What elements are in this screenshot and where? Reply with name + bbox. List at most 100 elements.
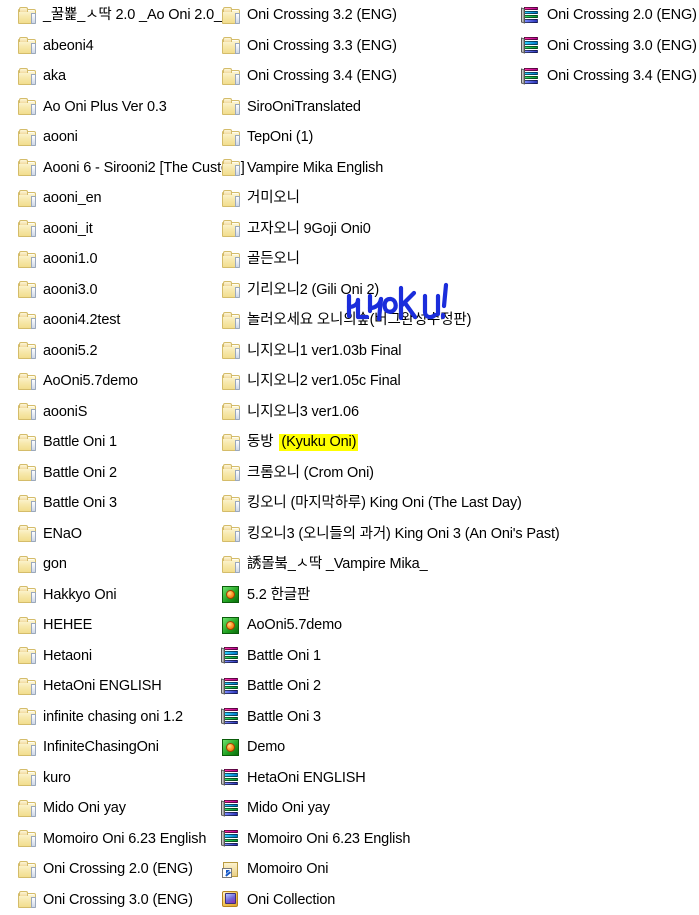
folder-icon: [16, 493, 37, 514]
file-list-item[interactable]: Momoiro Oni: [220, 854, 520, 885]
archive-book-b2: [224, 773, 238, 776]
file-list-item[interactable]: Oni Crossing 2.0 (ENG): [520, 0, 699, 31]
file-list-item[interactable]: TepOni (1): [220, 122, 520, 153]
file-list-item[interactable]: Oni Collection: [220, 885, 520, 915]
file-list-item[interactable]: 기리오니2 (Gili Oni 2): [220, 275, 520, 306]
folder-tab: [235, 348, 240, 359]
file-list-item[interactable]: Aooni 6 - Sirooni2 [The Custom]: [16, 153, 221, 184]
file-list-item[interactable]: Battle Oni 3: [16, 488, 221, 519]
file-name-label: abeoni4: [43, 39, 94, 54]
file-list-item[interactable]: aooni5.2: [16, 336, 221, 367]
file-list-item[interactable]: Oni Crossing 3.3 (ENG): [220, 31, 520, 62]
folder-icon: [220, 279, 241, 300]
file-list-item[interactable]: aooni4.2test: [16, 305, 221, 336]
file-list-item[interactable]: 놀러오세요 오니의숲(버그완성수정판): [220, 305, 520, 336]
file-list-item[interactable]: 킹오니3 (오니들의 과거) King Oni 3 (An Oni's Past…: [220, 519, 520, 550]
file-list-item[interactable]: Oni Crossing 2.0 (ENG): [16, 854, 221, 885]
file-name-label: aooni_en: [43, 191, 101, 206]
folder-icon: [220, 127, 241, 148]
file-name-label: aooniS: [43, 405, 87, 420]
file-list-item[interactable]: HetaOni ENGLISH: [16, 671, 221, 702]
archive-book-b1: [224, 769, 238, 772]
file-list-item[interactable]: Battle Oni 3: [220, 702, 520, 733]
file-name-label: 크롬오니 (Crom Oni): [247, 466, 374, 481]
folder-icon: [16, 523, 37, 544]
file-name-label: Momoiro Oni 6.23 English: [43, 832, 206, 847]
file-list-item[interactable]: aooni_it: [16, 214, 221, 245]
file-list-item[interactable]: Oni Crossing 3.0 (ENG): [16, 885, 221, 915]
file-list-item[interactable]: 5.2 한글판: [220, 580, 520, 611]
file-list-item[interactable]: aooni: [16, 122, 221, 153]
folder-tab: [235, 440, 240, 451]
file-list-item[interactable]: Mido Oni yay: [220, 793, 520, 824]
folder-icon: [16, 584, 37, 605]
file-list-pane[interactable]: _꿀뾽_ㅅ딱 2.0 _Ao Oni 2.0_ abeoni4 aka Ao Oni …: [0, 0, 699, 636]
file-list-item[interactable]: 크롬오니 (Crom Oni): [220, 458, 520, 489]
folder-tab: [31, 714, 36, 725]
file-list-item[interactable]: ENaO: [16, 519, 221, 550]
folder-tab: [235, 135, 240, 146]
file-list-item[interactable]: Momoiro Oni 6.23 English: [16, 824, 221, 855]
file-list-item[interactable]: kuro: [16, 763, 221, 794]
file-list-item[interactable]: Demo: [220, 732, 520, 763]
file-list-item[interactable]: gon: [16, 549, 221, 580]
archive-book-b2: [524, 41, 538, 44]
folder-tab: [235, 74, 240, 85]
file-list-item[interactable]: Battle Oni 1: [16, 427, 221, 458]
file-list-item[interactable]: _꿀뾽_ㅅ딱 2.0 _Ao Oni 2.0_: [16, 0, 221, 31]
file-list-item[interactable]: aka: [16, 61, 221, 92]
folder-icon: [16, 157, 37, 178]
file-list-item[interactable]: infinite chasing oni 1.2: [16, 702, 221, 733]
folder-tab: [31, 867, 36, 878]
folder-icon: [16, 249, 37, 270]
file-name-label: aooni4.2test: [43, 313, 120, 328]
file-list-item[interactable]: Ao Oni Plus Ver 0.3: [16, 92, 221, 123]
folder-tab: [31, 318, 36, 329]
file-list-item[interactable]: InfiniteChasingOni: [16, 732, 221, 763]
file-list-item[interactable]: abeoni4: [16, 31, 221, 62]
file-list-item[interactable]: Battle Oni 2: [16, 458, 221, 489]
file-list-column-3: Oni Crossing 2.0 (ENG)Oni Crossing 3.0 (…: [520, 0, 699, 92]
file-list-item[interactable]: Vampire Mika English: [220, 153, 520, 184]
file-list-item[interactable]: Battle Oni 2: [220, 671, 520, 702]
folder-icon: [16, 554, 37, 575]
file-list-item[interactable]: Oni Crossing 3.4 (ENG): [520, 61, 699, 92]
file-list-item[interactable]: 니지오니3 ver1.06: [220, 397, 520, 428]
file-list-item[interactable]: 거미오니: [220, 183, 520, 214]
folder-tab: [31, 409, 36, 420]
file-name-label: HetaOni ENGLISH: [43, 679, 162, 694]
archive-book-b2: [224, 651, 238, 654]
archive-spine: [221, 831, 225, 847]
file-list-item[interactable]: 誘몰붘_ㅅ딱 _Vampire Mika_: [220, 549, 520, 580]
file-list-item[interactable]: Oni Crossing 3.4 (ENG): [220, 61, 520, 92]
file-list-item[interactable]: 니지오니2 ver1.05c Final: [220, 366, 520, 397]
file-list-item[interactable]: aooni3.0: [16, 275, 221, 306]
file-list-item[interactable]: Hakkyo Oni: [16, 580, 221, 611]
file-list-item[interactable]: 골든오니: [220, 244, 520, 275]
file-list-item[interactable]: aooniS: [16, 397, 221, 428]
archive-book-b1: [224, 647, 238, 650]
file-name-label: Ao Oni Plus Ver 0.3: [43, 100, 167, 115]
folder-icon: [16, 859, 37, 880]
file-list-item[interactable]: 킹오니 (마지막하루) King Oni (The Last Day): [220, 488, 520, 519]
file-list-item[interactable]: AoOni5.7demo: [16, 366, 221, 397]
file-list-item[interactable]: SiroOniTranslated: [220, 92, 520, 123]
archive-book-b3: [524, 76, 538, 79]
file-list-item[interactable]: Mido Oni yay: [16, 793, 221, 824]
file-list-item[interactable]: Oni Crossing 3.2 (ENG): [220, 0, 520, 31]
file-name-label: Battle Oni 2: [43, 466, 117, 481]
file-list-item[interactable]: aooni_en: [16, 183, 221, 214]
file-list-item[interactable]: aooni1.0: [16, 244, 221, 275]
folder-tab: [235, 409, 240, 420]
file-list-item[interactable]: HetaOni ENGLISH: [220, 763, 520, 794]
file-list-item[interactable]: Momoiro Oni 6.23 English: [220, 824, 520, 855]
file-list-item[interactable]: Battle Oni 1: [220, 641, 520, 672]
file-list-item[interactable]: 동방 (Kyuku Oni): [220, 427, 520, 458]
file-name-label: InfiniteChasingOni: [43, 740, 159, 755]
file-list-item[interactable]: Hetaoni: [16, 641, 221, 672]
file-list-item[interactable]: 니지오니1 ver1.03b Final: [220, 336, 520, 367]
file-list-item[interactable]: 고자오니 9Goji Oni0: [220, 214, 520, 245]
folder-tab: [31, 836, 36, 847]
file-list-item[interactable]: Oni Crossing 3.0 (ENG): [520, 31, 699, 62]
folder-tab: [31, 592, 36, 603]
